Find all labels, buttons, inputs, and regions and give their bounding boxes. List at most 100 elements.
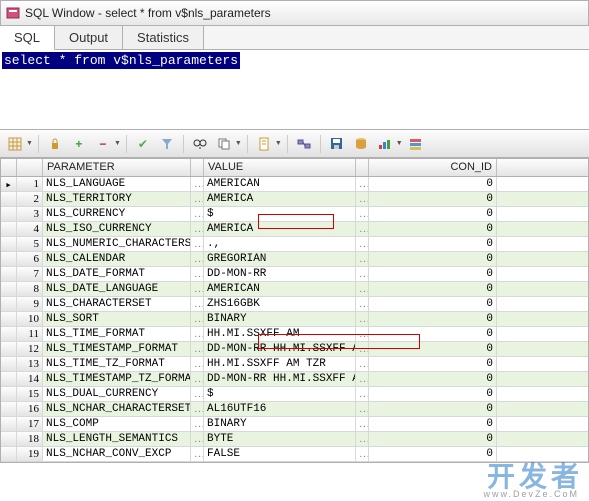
- cell-conid[interactable]: 0: [369, 222, 497, 236]
- expand-button[interactable]: …: [356, 177, 369, 191]
- expand-button[interactable]: …: [191, 357, 204, 371]
- expand-button[interactable]: …: [356, 387, 369, 401]
- cell-parameter[interactable]: NLS_TIME_TZ_FORMAT: [43, 357, 191, 371]
- cell-parameter[interactable]: NLS_TIMESTAMP_FORMAT: [43, 342, 191, 356]
- database-button[interactable]: [350, 133, 372, 155]
- expand-button[interactable]: …: [356, 447, 369, 461]
- expand-button[interactable]: …: [191, 177, 204, 191]
- row-selector[interactable]: [1, 282, 17, 296]
- dropdown-icon[interactable]: ▼: [396, 140, 403, 147]
- cell-parameter[interactable]: NLS_COMP: [43, 417, 191, 431]
- cell-parameter[interactable]: NLS_LANGUAGE: [43, 177, 191, 191]
- row-selector[interactable]: [1, 312, 17, 326]
- lock-button[interactable]: [44, 133, 66, 155]
- cell-value[interactable]: $: [204, 387, 356, 401]
- table-row[interactable]: 4NLS_ISO_CURRENCY…AMERICA…0: [1, 222, 588, 237]
- expand-button[interactable]: …: [356, 312, 369, 326]
- table-row[interactable]: 6NLS_CALENDAR…GREGORIAN…0: [1, 252, 588, 267]
- cell-value[interactable]: AL16UTF16: [204, 402, 356, 416]
- cell-parameter[interactable]: NLS_DATE_FORMAT: [43, 267, 191, 281]
- add-row-button[interactable]: +: [68, 133, 90, 155]
- tab-statistics[interactable]: Statistics: [123, 26, 204, 49]
- expand-button[interactable]: …: [191, 237, 204, 251]
- cell-conid[interactable]: 0: [369, 357, 497, 371]
- commit-button[interactable]: ✔: [132, 133, 154, 155]
- table-row[interactable]: 3NLS_CURRENCY…$…0: [1, 207, 588, 222]
- row-selector[interactable]: [1, 237, 17, 251]
- cell-conid[interactable]: 0: [369, 387, 497, 401]
- cell-conid[interactable]: 0: [369, 252, 497, 266]
- expand-button[interactable]: …: [191, 252, 204, 266]
- cell-conid[interactable]: 0: [369, 402, 497, 416]
- expand-button[interactable]: …: [356, 267, 369, 281]
- cell-value[interactable]: BINARY: [204, 417, 356, 431]
- expand-button[interactable]: …: [191, 312, 204, 326]
- cell-parameter[interactable]: NLS_NCHAR_CHARACTERSET: [43, 402, 191, 416]
- expand-button[interactable]: …: [191, 402, 204, 416]
- expand-button[interactable]: …: [356, 357, 369, 371]
- expand-button[interactable]: …: [191, 327, 204, 341]
- expand-button[interactable]: …: [191, 447, 204, 461]
- row-selector[interactable]: [1, 207, 17, 221]
- expand-button[interactable]: …: [356, 417, 369, 431]
- cell-conid[interactable]: 0: [369, 207, 497, 221]
- cell-parameter[interactable]: NLS_DATE_LANGUAGE: [43, 282, 191, 296]
- cell-parameter[interactable]: NLS_NUMERIC_CHARACTERS: [43, 237, 191, 251]
- table-row[interactable]: 18NLS_LENGTH_SEMANTICS…BYTE…0: [1, 432, 588, 447]
- delete-row-button[interactable]: −: [92, 133, 114, 155]
- row-selector[interactable]: [1, 387, 17, 401]
- expand-button[interactable]: …: [356, 192, 369, 206]
- table-row[interactable]: 17NLS_COMP…BINARY…0: [1, 417, 588, 432]
- cell-conid[interactable]: 0: [369, 192, 497, 206]
- expand-button[interactable]: …: [356, 237, 369, 251]
- table-row[interactable]: 14NLS_TIMESTAMP_TZ_FORMAT…DD-MON-RR HH.M…: [1, 372, 588, 387]
- expand-button[interactable]: …: [191, 387, 204, 401]
- expand-button[interactable]: …: [356, 207, 369, 221]
- row-selector[interactable]: [1, 447, 17, 461]
- cell-conid[interactable]: 0: [369, 177, 497, 191]
- tab-output[interactable]: Output: [55, 26, 123, 49]
- table-row[interactable]: 16NLS_NCHAR_CHARACTERSET…AL16UTF16…0: [1, 402, 588, 417]
- expand-button[interactable]: …: [356, 432, 369, 446]
- expand-button[interactable]: …: [191, 417, 204, 431]
- expand-button[interactable]: …: [191, 372, 204, 386]
- cell-value[interactable]: DD-MON-RR HH.MI.SSXFF AM: [204, 342, 356, 356]
- cell-value[interactable]: .,: [204, 237, 356, 251]
- tab-sql[interactable]: SQL: [0, 26, 55, 50]
- row-selector[interactable]: [1, 252, 17, 266]
- table-row[interactable]: 11NLS_TIME_FORMAT…HH.MI.SSXFF AM…0: [1, 327, 588, 342]
- cell-value[interactable]: BINARY: [204, 312, 356, 326]
- cell-value[interactable]: AMERICA: [204, 222, 356, 236]
- row-selector-header[interactable]: [1, 159, 17, 176]
- filter-button[interactable]: [156, 133, 178, 155]
- cell-value[interactable]: GREGORIAN: [204, 252, 356, 266]
- cell-parameter[interactable]: NLS_CURRENCY: [43, 207, 191, 221]
- expand-button[interactable]: …: [356, 222, 369, 236]
- table-row[interactable]: 9NLS_CHARACTERSET…ZHS16GBK…0: [1, 297, 588, 312]
- bars-button[interactable]: [405, 133, 427, 155]
- dropdown-icon[interactable]: ▼: [26, 140, 33, 147]
- row-selector[interactable]: [1, 402, 17, 416]
- cell-parameter[interactable]: NLS_TIME_FORMAT: [43, 327, 191, 341]
- cell-conid[interactable]: 0: [369, 282, 497, 296]
- table-row[interactable]: 7NLS_DATE_FORMAT…DD-MON-RR…0: [1, 267, 588, 282]
- cell-conid[interactable]: 0: [369, 372, 497, 386]
- cell-value[interactable]: BYTE: [204, 432, 356, 446]
- table-row[interactable]: ▸1NLS_LANGUAGE…AMERICAN…0: [1, 177, 588, 192]
- cell-parameter[interactable]: NLS_TERRITORY: [43, 192, 191, 206]
- cell-conid[interactable]: 0: [369, 267, 497, 281]
- cell-conid[interactable]: 0: [369, 312, 497, 326]
- row-selector[interactable]: [1, 327, 17, 341]
- cell-value[interactable]: HH.MI.SSXFF AM: [204, 327, 356, 341]
- expand-button[interactable]: …: [191, 192, 204, 206]
- expand-button[interactable]: …: [191, 282, 204, 296]
- chart-button[interactable]: [374, 133, 396, 155]
- table-row[interactable]: 8NLS_DATE_LANGUAGE…AMERICAN…0: [1, 282, 588, 297]
- cell-conid[interactable]: 0: [369, 297, 497, 311]
- cell-value[interactable]: AMERICAN: [204, 177, 356, 191]
- sql-editor[interactable]: select * from v$nls_parameters: [0, 50, 589, 130]
- row-selector[interactable]: [1, 342, 17, 356]
- cell-parameter[interactable]: NLS_CHARACTERSET: [43, 297, 191, 311]
- expand-button[interactable]: …: [356, 297, 369, 311]
- expand-button[interactable]: …: [356, 252, 369, 266]
